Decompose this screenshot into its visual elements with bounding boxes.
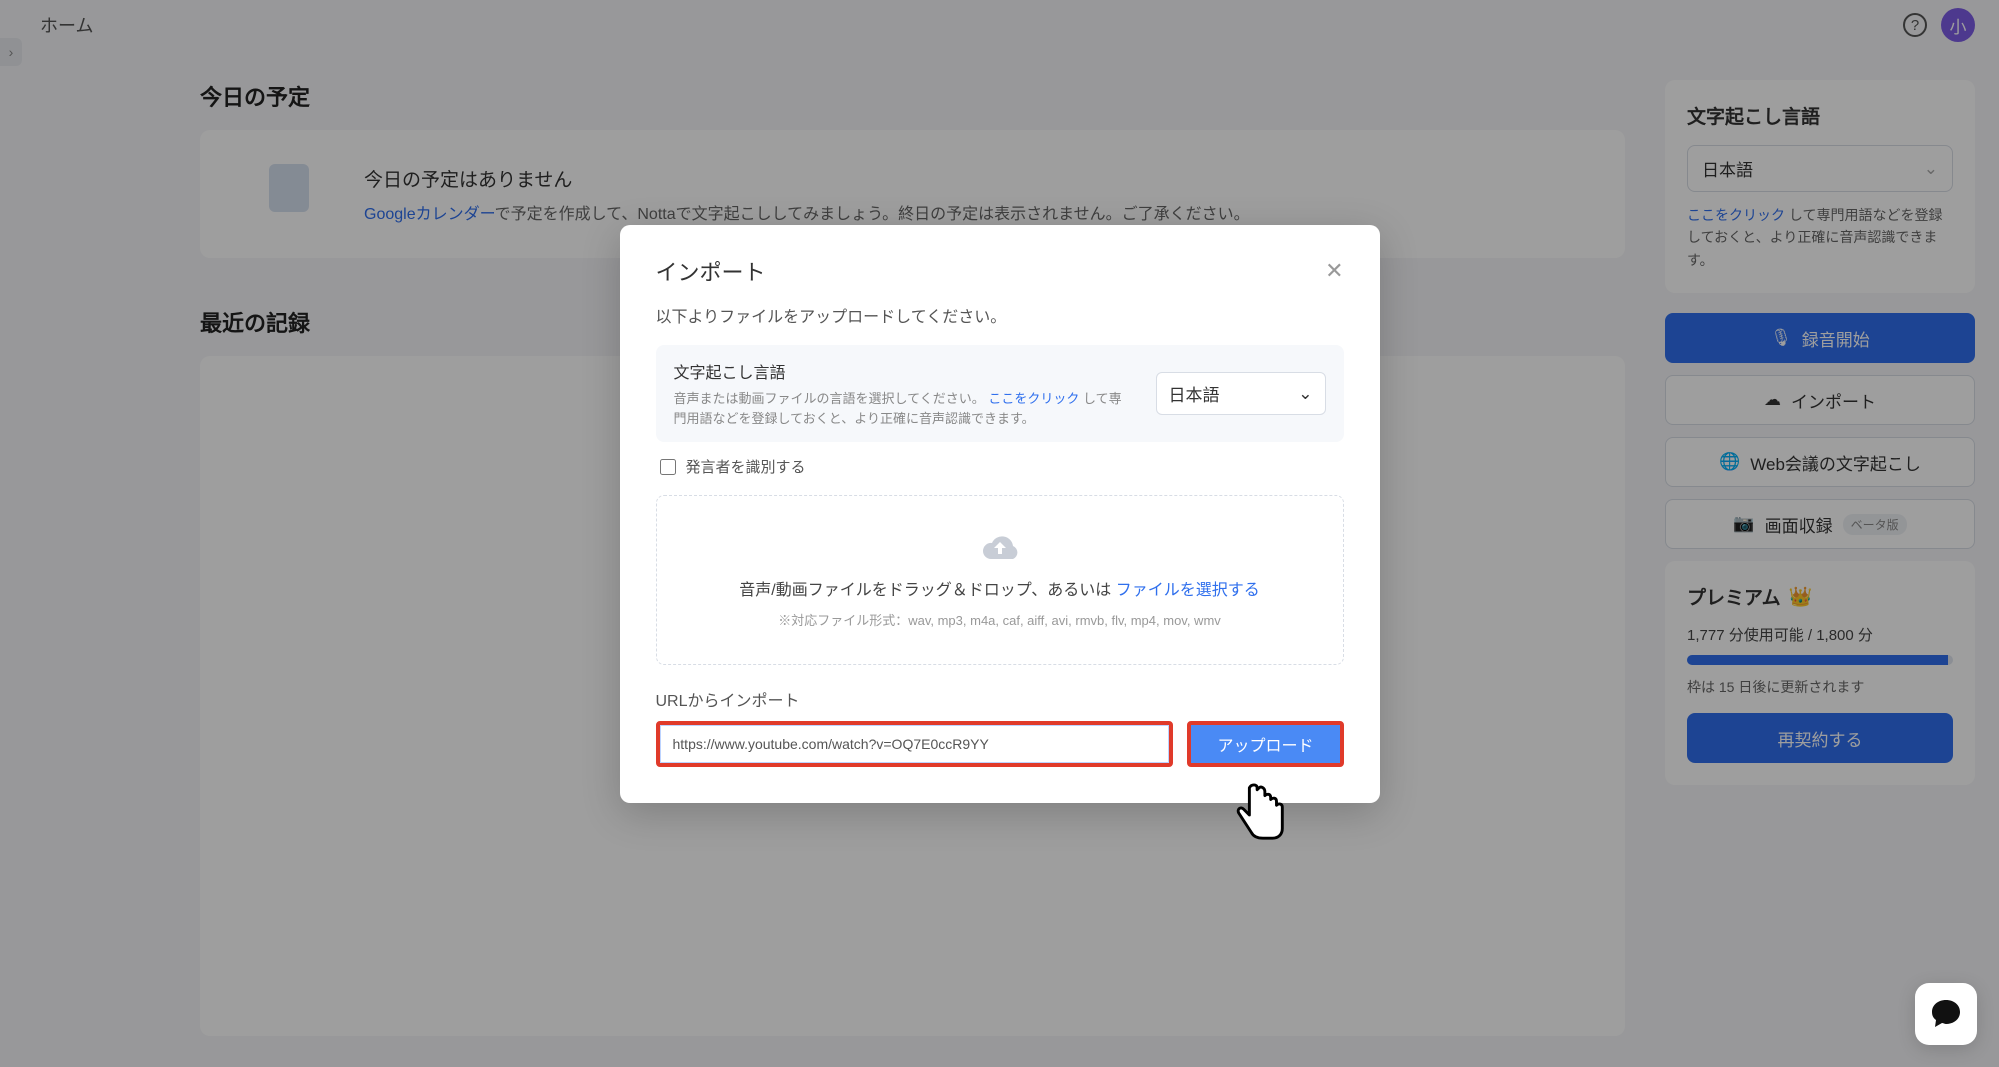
drop-text-pre: 音声/動画ファイルをドラッグ＆ドロップ、あるいは	[739, 582, 1115, 599]
url-input-highlight	[656, 721, 1174, 767]
modal-lang-hint-pre: 音声または動画ファイルの言語を選択してください。	[674, 391, 985, 406]
upload-button[interactable]: アップロード	[1191, 725, 1339, 763]
cloud-upload-icon	[978, 532, 1022, 566]
url-input[interactable]	[660, 725, 1170, 763]
url-import-row: アップロード	[656, 721, 1344, 767]
modal-subtitle: 以下よりファイルをアップロードしてください。	[656, 303, 1344, 327]
chevron-down-icon: ⌄	[1298, 384, 1312, 404]
modal-lang-title: 文字起こし言語	[674, 359, 1132, 383]
upload-button-highlight: アップロード	[1187, 721, 1343, 767]
modal-header: インポート ✕	[656, 255, 1344, 287]
modal-language-select[interactable]: 日本語 ⌄	[1156, 372, 1326, 415]
speaker-identify-checkbox[interactable]	[660, 459, 676, 475]
modal-title: インポート	[656, 255, 766, 287]
speaker-identify-row[interactable]: 発言者を識別する	[656, 456, 1344, 477]
modal-language-box: 文字起こし言語 音声または動画ファイルの言語を選択してください。 ここをクリック…	[656, 345, 1344, 442]
file-select-link[interactable]: ファイルを選択する	[1116, 582, 1260, 599]
import-modal: インポート ✕ 以下よりファイルをアップロードしてください。 文字起こし言語 音…	[620, 225, 1380, 803]
close-icon[interactable]: ✕	[1325, 260, 1343, 282]
speaker-identify-label: 発言者を識別する	[686, 456, 806, 477]
modal-language-selected: 日本語	[1169, 381, 1220, 406]
chat-support-button[interactable]	[1915, 983, 1977, 1045]
file-dropzone[interactable]: 音声/動画ファイルをドラッグ＆ドロップ、あるいは ファイルを選択する ※対応ファ…	[656, 495, 1344, 665]
modal-lang-left: 文字起こし言語 音声または動画ファイルの言語を選択してください。 ここをクリック…	[674, 359, 1132, 428]
supported-formats: ※対応ファイル形式：wav, mp3, m4a, caf, aiff, avi,…	[778, 610, 1221, 629]
modal-lang-hint: 音声または動画ファイルの言語を選択してください。 ここをクリック して専門用語な…	[674, 389, 1132, 428]
url-import-label: URLからインポート	[656, 687, 1344, 711]
drop-text: 音声/動画ファイルをドラッグ＆ドロップ、あるいは ファイルを選択する	[739, 576, 1259, 600]
modal-lang-hint-link[interactable]: ここをクリック	[988, 391, 1079, 406]
upload-button-label: アップロード	[1217, 732, 1313, 756]
